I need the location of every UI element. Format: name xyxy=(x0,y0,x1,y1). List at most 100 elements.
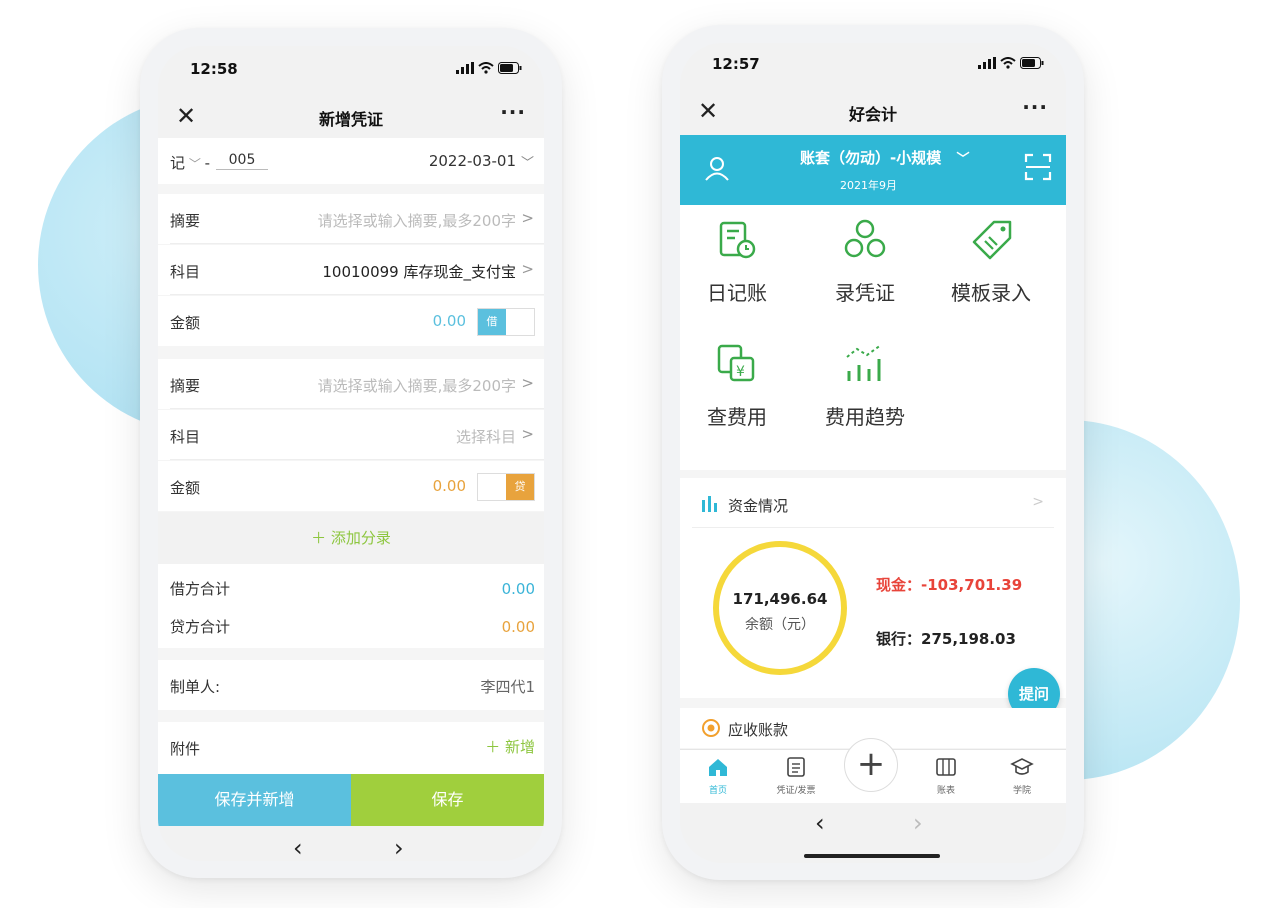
fund-title: 资金情况 xyxy=(728,497,789,515)
chevron-down-icon: ﹀ xyxy=(185,157,205,171)
home-icon xyxy=(709,759,727,776)
home-screen: 12:57 ✕ 好会计 ··· 账套（勿动）-小规模 ﹀ 2021年9月 日记账… xyxy=(680,43,1066,863)
shortcut-label: 费用趋势 xyxy=(825,405,905,429)
status-time: 12:57 xyxy=(712,55,760,73)
fund-summary-card[interactable]: 资金情况 > 171,496.64 余额（元） 现金：-103,701.39 银… xyxy=(680,478,1066,698)
journal-icon xyxy=(719,221,756,259)
shortcut-label: 模板录入 xyxy=(951,281,1031,305)
tab-label: 学院 xyxy=(1012,786,1031,796)
entry1-summary-row[interactable]: 摘要 请选择或输入摘要,最多200字 > xyxy=(158,194,544,244)
tab-reports[interactable]: 账表 xyxy=(916,756,976,796)
bar-chart-icon xyxy=(702,496,717,512)
shortcut-voucher-entry[interactable]: 录凭证 xyxy=(810,219,920,306)
debit-credit-toggle[interactable]: 贷 xyxy=(477,473,535,501)
chevron-right-icon: > xyxy=(521,425,534,443)
entry2-subject-row[interactable]: 科目 选择科目 > xyxy=(158,410,544,460)
attachment-row: 附件 ＋ 新增 xyxy=(158,722,544,774)
tab-vouchers-invoices[interactable]: 凭证/发票 xyxy=(766,756,826,796)
entry1-amount-row: 金额 0.00 借 xyxy=(158,296,544,346)
add-attachment-button[interactable]: ＋ 新增 xyxy=(485,736,535,757)
credit-total-value: 0.00 xyxy=(501,618,535,636)
chevron-right-icon: > xyxy=(521,374,534,392)
amount-input[interactable]: 0.00 xyxy=(433,477,466,495)
attachment-label: 附件 xyxy=(170,740,201,758)
debit-total-value: 0.00 xyxy=(501,580,535,598)
user-icon[interactable] xyxy=(704,155,730,181)
summary-placeholder: 请选择或输入摘要,最多200字 xyxy=(317,377,516,395)
template-tag-icon xyxy=(972,220,1012,260)
home-indicator xyxy=(804,854,940,858)
summary-placeholder: 请选择或输入摘要,最多200字 xyxy=(317,212,516,230)
account-selector[interactable]: 账套（勿动）-小规模 ﹀ xyxy=(800,147,969,168)
amount-label: 金额 xyxy=(170,479,201,497)
tab-home[interactable]: 首页 xyxy=(688,756,748,796)
scan-icon[interactable] xyxy=(1024,153,1052,181)
toggle-debit: 借 xyxy=(478,309,506,335)
browser-nav: ‹ › xyxy=(158,826,544,861)
bank-label: 银行： xyxy=(876,630,922,648)
maker-row: 制单人: 李四代1 xyxy=(158,660,544,710)
subject-label: 科目 xyxy=(170,263,201,281)
tab-label: 凭证/发票 xyxy=(776,786,816,796)
amount-input[interactable]: 0.00 xyxy=(433,312,466,330)
trend-chart-icon xyxy=(846,344,882,381)
shortcut-expense-trend[interactable]: 费用趋势 xyxy=(810,343,920,430)
voucher-number-input[interactable]: 005 xyxy=(216,152,268,170)
status-time: 12:58 xyxy=(190,60,238,78)
entry1-subject-row[interactable]: 科目 10010099 库存现金_支付宝 > xyxy=(158,245,544,295)
tab-label: 首页 xyxy=(708,786,727,796)
account-name: 账套（勿动）-小规模 xyxy=(800,149,942,167)
battery-icon xyxy=(1020,57,1044,69)
voucher-word-select[interactable]: 记 ﹀ - xyxy=(170,152,210,173)
voucher-date[interactable]: 2022-03-01 xyxy=(429,152,516,170)
balance-label: 余额（元） xyxy=(745,617,815,633)
credit-total-label: 贷方合计 xyxy=(170,618,231,636)
cash-line: 现金：-103,701.39 xyxy=(876,574,1022,595)
subject-value: 10010099 库存现金_支付宝 xyxy=(322,263,516,281)
voucher-screen: 12:58 ✕ 新增凭证 ··· 记 ﹀ - 005 2022-03-01 ﹀ … xyxy=(158,46,544,861)
subject-label: 科目 xyxy=(170,428,201,446)
wifi-icon xyxy=(478,62,494,74)
back-arrow-icon[interactable]: ‹ xyxy=(815,809,825,837)
shortcut-journal[interactable]: 日记账 xyxy=(682,219,792,306)
bank-value: 275,198.03 xyxy=(921,630,1016,648)
debit-credit-toggle[interactable]: 借 xyxy=(477,308,535,336)
more-icon[interactable]: ··· xyxy=(1022,95,1048,119)
plus-icon: ＋ xyxy=(311,529,331,547)
toggle-credit: 贷 xyxy=(506,474,534,500)
browser-nav: ‹ › xyxy=(680,803,1066,863)
nav-bar: ✕ 好会计 ··· xyxy=(680,87,1066,135)
status-bar: 12:57 xyxy=(680,43,1066,87)
shortcut-label: 录凭证 xyxy=(835,281,895,305)
nav-bar: ✕ 新增凭证 ··· xyxy=(158,94,544,138)
plus-icon: + xyxy=(856,744,886,784)
add-entry-label: 添加分录 xyxy=(330,529,391,547)
graduation-cap-icon xyxy=(1010,758,1034,775)
shortcut-expense-query[interactable]: ¥ 查费用 xyxy=(682,343,792,430)
entry2-summary-row[interactable]: 摘要 请选择或输入摘要,最多200字 > xyxy=(158,359,544,409)
back-arrow-icon[interactable]: ‹ xyxy=(293,834,303,861)
account-header: 账套（勿动）-小规模 ﹀ 2021年9月 xyxy=(680,135,1066,205)
account-period: 2021年9月 xyxy=(840,179,897,192)
plus-icon: ＋ xyxy=(485,738,505,756)
forward-arrow-icon[interactable]: › xyxy=(394,834,404,861)
document-icon xyxy=(787,757,805,777)
add-entry-button[interactable]: ＋ 添加分录 xyxy=(158,512,544,564)
maker-label: 制单人: xyxy=(170,678,221,696)
tab-bar: 首页 凭证/发票 + 账表 学院 xyxy=(680,738,1066,803)
add-attachment-label: 新增 xyxy=(504,738,535,756)
tab-academy[interactable]: 学院 xyxy=(992,756,1052,796)
forward-arrow-icon[interactable]: › xyxy=(913,809,923,837)
chevron-right-icon: > xyxy=(521,260,534,278)
chevron-down-icon[interactable]: ﹀ xyxy=(521,152,534,171)
voucher-header-row: 记 ﹀ - 005 2022-03-01 ﹀ xyxy=(158,138,544,184)
save-and-new-button[interactable]: 保存并新增 xyxy=(158,774,351,826)
save-button[interactable]: 保存 xyxy=(351,774,544,826)
svg-text:¥: ¥ xyxy=(736,364,745,380)
shortcut-template-entry[interactable]: 模板录入 xyxy=(936,219,1046,306)
signal-icon xyxy=(456,62,474,74)
add-button[interactable]: + xyxy=(844,738,898,792)
balance-gauge xyxy=(713,541,847,675)
status-bar: 12:58 xyxy=(158,46,544,94)
more-icon[interactable]: ··· xyxy=(500,100,526,124)
